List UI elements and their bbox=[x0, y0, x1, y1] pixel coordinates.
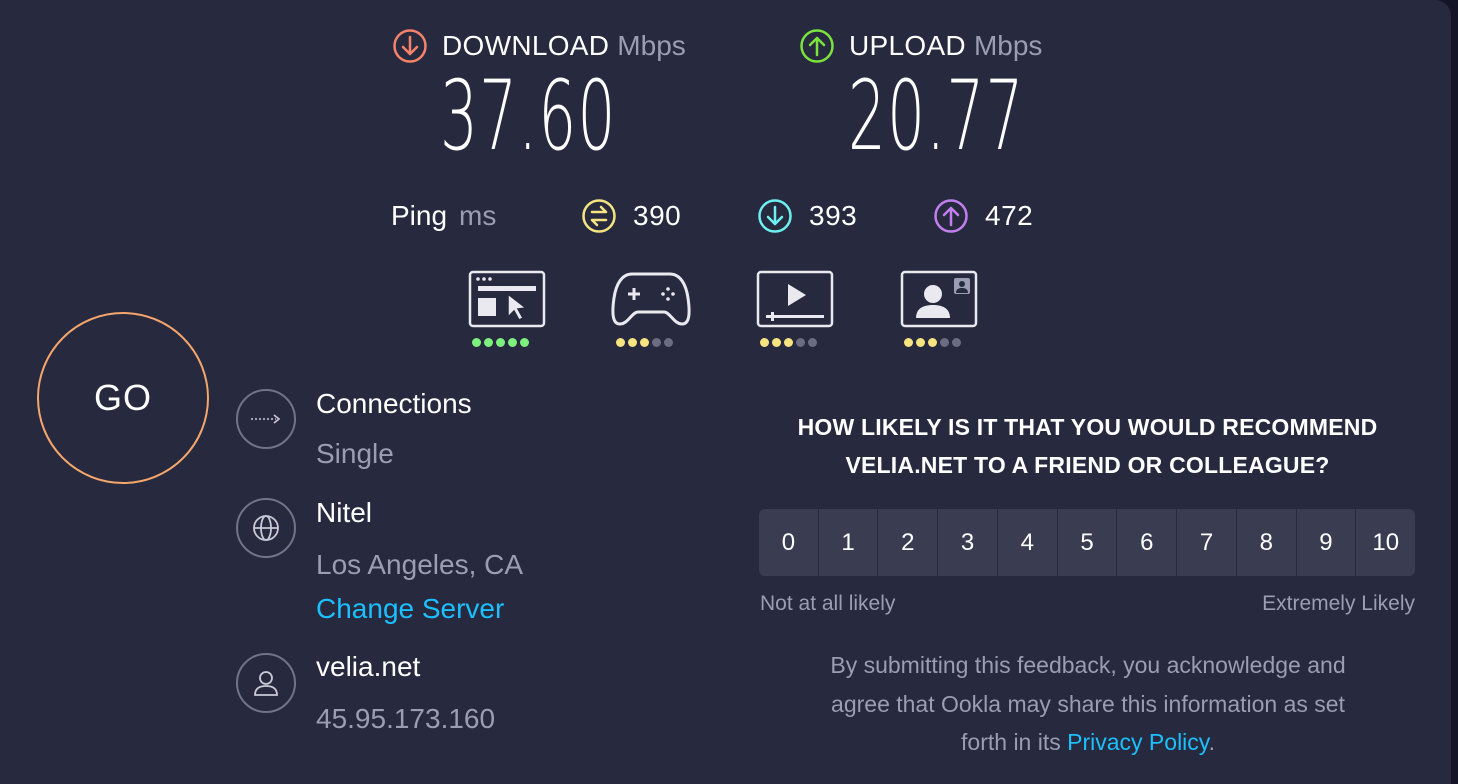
video-call-icon bbox=[900, 270, 978, 328]
rating-dot-empty bbox=[940, 338, 949, 347]
ping-upload: 472 bbox=[933, 198, 1033, 234]
rating-option-5[interactable]: 5 bbox=[1057, 509, 1117, 576]
video-streaming-icon bbox=[756, 270, 834, 328]
survey-question-line2: VELIA.NET TO A FRIEND OR COLLEAGUE? bbox=[845, 452, 1330, 478]
rating-dot-filled bbox=[616, 338, 625, 347]
upload-header: UPLOAD Mbps bbox=[799, 28, 1042, 64]
change-server-link[interactable]: Change Server bbox=[316, 593, 504, 625]
rating-dot-filled bbox=[520, 338, 529, 347]
ping-idle-value: 390 bbox=[633, 200, 682, 231]
web-browsing-icon bbox=[468, 270, 546, 328]
rating-dot-filled bbox=[472, 338, 481, 347]
rating-dot-filled bbox=[928, 338, 937, 347]
ping-idle: 390 bbox=[581, 198, 681, 234]
connections-title: Connections bbox=[316, 388, 472, 419]
rating-dots bbox=[760, 338, 817, 347]
ping-idle-icon bbox=[582, 199, 616, 233]
rating-dot-filled bbox=[904, 338, 913, 347]
connections-value[interactable]: Single bbox=[316, 438, 394, 470]
rating-option-6[interactable]: 6 bbox=[1117, 509, 1177, 576]
quality-gaming[interactable] bbox=[610, 270, 691, 352]
survey-question: HOW LIKELY IS IT THAT YOU WOULD RECOMMEN… bbox=[760, 408, 1415, 484]
download-value: 37.60 bbox=[440, 60, 617, 172]
scale-high-label: Extremely Likely bbox=[1262, 592, 1415, 615]
scale-low-label: Not at all likely bbox=[760, 592, 896, 615]
download-unit: Mbps bbox=[617, 30, 686, 61]
rating-option-9[interactable]: 9 bbox=[1296, 509, 1356, 576]
upload-value: 20.77 bbox=[848, 60, 1025, 172]
ping-download: 393 bbox=[757, 198, 857, 234]
go-button[interactable]: GO bbox=[37, 312, 209, 484]
rating-option-4[interactable]: 4 bbox=[997, 509, 1057, 576]
provider-name: velia.net bbox=[316, 651, 421, 682]
upload-unit: Mbps bbox=[973, 30, 1043, 61]
disclaimer-line2: agree that Ookla may share this informat… bbox=[831, 690, 1345, 717]
rating-dots bbox=[904, 338, 961, 347]
rating-dot-filled bbox=[772, 338, 781, 347]
disclaimer-line1: By submitting this feedback, you acknowl… bbox=[830, 652, 1346, 678]
rating-dot-empty bbox=[952, 338, 961, 347]
rating-dot-empty bbox=[808, 338, 817, 347]
disclaimer-line3-prefix: forth in its bbox=[961, 729, 1068, 755]
rating-dots bbox=[616, 338, 673, 347]
ping-download-icon bbox=[758, 199, 792, 233]
rating-dot-filled bbox=[496, 338, 505, 347]
rating-dot-filled bbox=[916, 338, 925, 347]
rating-dot-filled bbox=[640, 338, 649, 347]
privacy-policy-link[interactable]: Privacy Policy bbox=[1067, 729, 1208, 755]
rating-dot-empty bbox=[652, 338, 661, 347]
rating-dots bbox=[472, 338, 529, 347]
download-title: DOWNLOAD bbox=[442, 30, 610, 61]
upload-title: UPLOAD bbox=[849, 30, 966, 61]
rating-option-1[interactable]: 1 bbox=[818, 509, 878, 576]
survey-question-line1: HOW LIKELY IS IT THAT YOU WOULD RECOMMEN… bbox=[797, 414, 1378, 440]
rating-option-8[interactable]: 8 bbox=[1236, 509, 1296, 576]
server-location: Los Angeles, CA bbox=[316, 549, 524, 580]
rating-dot-filled bbox=[784, 338, 793, 347]
ping-download-value: 393 bbox=[809, 200, 858, 231]
ping-label-group: Ping ms bbox=[391, 198, 496, 234]
download-header: DOWNLOAD Mbps bbox=[392, 28, 686, 64]
rating-dot-empty bbox=[664, 338, 673, 347]
connections-icon bbox=[236, 389, 296, 449]
gamepad-icon bbox=[611, 272, 691, 326]
provider-ip: 45.95.173.160 bbox=[316, 703, 496, 734]
rating-dot-empty bbox=[796, 338, 805, 347]
ping-label: Ping bbox=[391, 200, 448, 231]
ping-upload-value: 472 bbox=[985, 200, 1034, 231]
rating-dot-filled bbox=[508, 338, 517, 347]
quality-web-browsing[interactable] bbox=[468, 270, 548, 352]
rating-dot-filled bbox=[760, 338, 769, 347]
quality-video-call[interactable] bbox=[900, 270, 980, 352]
quality-streaming[interactable] bbox=[756, 270, 836, 352]
globe-icon bbox=[236, 498, 296, 558]
arrow-up-circle-icon bbox=[800, 29, 834, 63]
results-panel: DOWNLOAD Mbps 37.60 UPLOAD Mbps 20.77 Pi… bbox=[0, 0, 1451, 784]
rating-option-0[interactable]: 0 bbox=[759, 509, 818, 576]
rating-dot-filled bbox=[484, 338, 493, 347]
rating-option-2[interactable]: 2 bbox=[878, 509, 938, 576]
disclaimer-line3: forth in its Privacy Policy. bbox=[760, 723, 1416, 762]
user-icon bbox=[236, 653, 296, 713]
server-name: Nitel bbox=[316, 497, 373, 528]
feedback-disclaimer: By submitting this feedback, you acknowl… bbox=[760, 646, 1416, 762]
rating-option-7[interactable]: 7 bbox=[1177, 509, 1236, 576]
disclaimer-period: . bbox=[1208, 729, 1215, 755]
rating-scale: 0 1 2 3 4 5 6 7 8 9 10 bbox=[759, 509, 1416, 576]
arrow-down-circle-icon bbox=[393, 29, 427, 63]
rating-option-3[interactable]: 3 bbox=[938, 509, 997, 576]
ping-upload-icon bbox=[934, 199, 968, 233]
rating-option-10[interactable]: 10 bbox=[1356, 509, 1416, 576]
rating-dot-filled bbox=[628, 338, 637, 347]
ping-unit: ms bbox=[459, 200, 497, 231]
